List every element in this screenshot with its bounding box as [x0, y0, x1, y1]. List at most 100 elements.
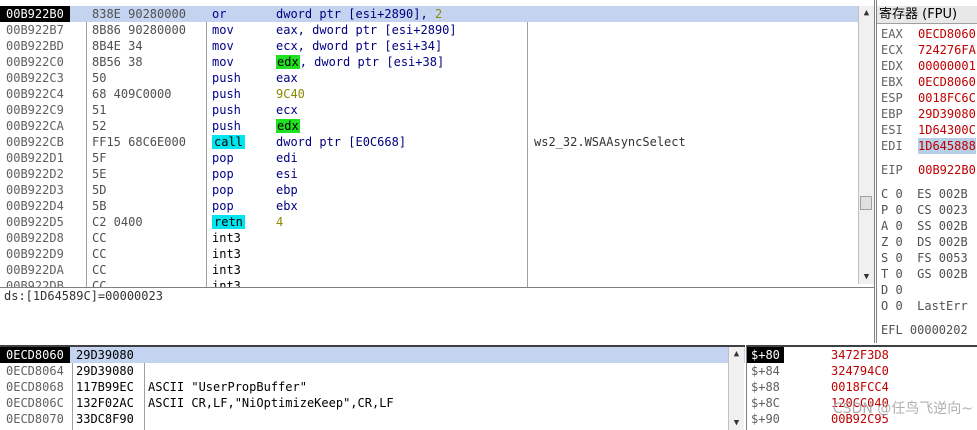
register-value[interactable]: 1D64300C: [918, 122, 976, 138]
disasm-row[interactable]: 00B922BD 8B4E 34 mov ecx, dword ptr [esi+34…: [0, 38, 860, 54]
scroll-up-icon[interactable]: ▲: [859, 6, 874, 20]
mnemonic-text: mov: [212, 23, 234, 37]
disasm-row[interactable]: 00B922CA 52 push edx: [0, 118, 860, 134]
row-hex-bytes: 838E 90280000: [92, 7, 186, 21]
row-mnemonic: mov: [212, 54, 234, 70]
row-mnemonic: pop: [212, 166, 234, 182]
flag-row[interactable]: P 0 CS 0023: [881, 202, 968, 218]
operand-text: , dword ptr [esi+38]: [299, 55, 445, 69]
registers-title[interactable]: 寄存器 (FPU): [877, 6, 977, 24]
stack-row[interactable]: $+80 3472F3D8: [747, 347, 977, 363]
dump-address: 0ECD8060: [0, 347, 70, 363]
row-mnemonic: pop: [212, 198, 234, 214]
mnemonic-text: call: [212, 135, 245, 149]
disasm-row[interactable]: 00B922D9 CC int3: [0, 246, 860, 262]
flag-row[interactable]: O 0 LastErr: [881, 298, 968, 314]
dump-address: 0ECD806C: [6, 396, 64, 410]
mnemonic-text: int3: [212, 231, 241, 245]
dump-value: 29D39080: [76, 348, 134, 362]
flag-row[interactable]: Z 0 DS 002B: [881, 234, 968, 250]
row-mnemonic: pop: [212, 150, 234, 166]
row-mnemonic: call: [212, 134, 245, 150]
disasm-row[interactable]: 00B922B0 838E 90280000 or dword ptr [esi+28…: [0, 6, 860, 22]
register-value[interactable]: 29D39080: [918, 106, 976, 122]
dump-scrollbar[interactable]: ▲ ▼: [728, 347, 744, 430]
flag-row[interactable]: S 0 FS 0053: [881, 250, 968, 266]
disasm-row[interactable]: 00B922C4 68 409C0000 push 9C40: [0, 86, 860, 102]
disasm-row[interactable]: 00B922C0 8B56 38 mov edx, dword ptr [esi+38…: [0, 54, 860, 70]
operand-text: eax: [276, 71, 298, 85]
disasm-row[interactable]: 00B922D8 CC int3: [0, 230, 860, 246]
disasm-row[interactable]: 00B922D5 C2 0400 retn 4: [0, 214, 860, 230]
disasm-row[interactable]: 00B922C9 51 push ecx: [0, 102, 860, 118]
scroll-thumb[interactable]: [860, 196, 872, 210]
register-value[interactable]: 0ECD8060: [918, 74, 976, 90]
info-text: ds:[1D64589C]=00000023: [4, 289, 163, 303]
disasm-row[interactable]: 00B922CB FF15 68C6E000 call dword ptr [E0C6…: [0, 134, 860, 150]
dump-row[interactable]: 0ECD8070 33DC8F90: [0, 411, 745, 427]
mnemonic-text: mov: [212, 55, 234, 69]
flag-row[interactable]: T 0 GS 002B: [881, 266, 968, 282]
disasm-row[interactable]: 00B922D4 5B pop ebx: [0, 198, 860, 214]
disasm-row[interactable]: 00B922B7 8B86 90280000 mov eax, dword ptr […: [0, 22, 860, 38]
mnemonic-text: int3: [212, 279, 241, 288]
register-value[interactable]: 1D645888: [918, 138, 976, 154]
scroll-down-icon[interactable]: ▼: [859, 270, 874, 284]
flag-row[interactable]: D 0: [881, 282, 903, 298]
register-esp[interactable]: ESP 0018FC6C: [881, 90, 976, 106]
register-eax[interactable]: EAX 0ECD8060: [881, 26, 976, 42]
row-mnemonic: int3: [212, 262, 241, 278]
disassembly-scrollbar[interactable]: ▲ ▼: [858, 6, 874, 284]
register-ebx[interactable]: EBX 0ECD8060: [881, 74, 976, 90]
memory-dump-pane[interactable]: 0ECD8060 29D39080 0ECD8064 29D39080 0ECD8068…: [0, 345, 745, 430]
flag-row[interactable]: A 0 SS 002B: [881, 218, 968, 234]
dump-row[interactable]: 0ECD8068 117B99EC ASCII "UserPropBuffer": [0, 379, 745, 395]
register-value[interactable]: 00000001: [918, 58, 976, 74]
mnemonic-text: pop: [212, 199, 234, 213]
scroll-up-icon[interactable]: ▲: [729, 347, 744, 361]
register-value[interactable]: 0018FC6C: [918, 90, 976, 106]
stack-row[interactable]: $+84 324794C0: [747, 363, 977, 379]
disasm-row[interactable]: 00B922D3 5D pop ebp: [0, 182, 860, 198]
row-mnemonic: pop: [212, 182, 234, 198]
stack-offset: $+88: [751, 380, 780, 394]
registers-pane[interactable]: 寄存器 (FPU) EAX 0ECD8060 ECX 724276FA EDX 00000…: [876, 0, 977, 343]
row-address: 00B922D4: [6, 199, 64, 213]
disasm-row[interactable]: 00B922D1 5F pop edi: [0, 150, 860, 166]
register-value[interactable]: 724276FA: [918, 42, 976, 58]
disasm-row[interactable]: 00B922DB CC int3: [0, 278, 860, 288]
disasm-row[interactable]: 00B922C3 50 push eax: [0, 70, 860, 86]
disasm-row[interactable]: 00B922D2 5E pop esi: [0, 166, 860, 182]
row-mnemonic: mov: [212, 22, 234, 38]
dump-row[interactable]: 0ECD806C 132F02AC ASCII CR,LF,"NiOptimizeK…: [0, 395, 745, 411]
row-operands: esi: [276, 166, 298, 182]
operand-text: ecx, dword ptr [esi+34]: [276, 39, 443, 53]
dump-row[interactable]: 0ECD8064 29D39080: [0, 363, 745, 379]
dump-row[interactable]: 0ECD8060 29D39080: [0, 347, 745, 363]
register-highlight: edx: [276, 55, 300, 69]
register-esi[interactable]: ESI 1D64300C: [881, 122, 976, 138]
register-edi[interactable]: EDI 1D645888: [881, 138, 976, 154]
row-address: 00B922CB: [6, 135, 64, 149]
eflags-row[interactable]: EFL 00000202: [881, 322, 968, 338]
dump-comment: ASCII CR,LF,"NiOptimizeKeep",CR,LF: [148, 396, 394, 410]
mnemonic-text: push: [212, 119, 241, 133]
register-edx[interactable]: EDX 00000001: [881, 58, 976, 74]
row-mnemonic: retn: [212, 214, 245, 230]
row-hex-bytes: 5E: [92, 167, 107, 181]
row-hex-bytes: CC: [92, 247, 107, 261]
row-mnemonic: mov: [212, 38, 234, 54]
flag-row[interactable]: C 0 ES 002B: [881, 186, 968, 202]
row-address: 00B922D5: [6, 215, 64, 229]
register-ecx[interactable]: ECX 724276FA: [881, 42, 976, 58]
register-value[interactable]: 0ECD8060: [918, 26, 976, 42]
register-ebp[interactable]: EBP 29D39080: [881, 106, 976, 122]
row-address: 00B922D9: [6, 247, 64, 261]
disassembly-pane[interactable]: 00B922B0 838E 90280000 or dword ptr [esi+28…: [0, 0, 875, 288]
register-name: EBP: [881, 107, 903, 121]
disasm-row[interactable]: 00B922DA CC int3: [0, 262, 860, 278]
dump-address: 0ECD8070: [6, 412, 64, 426]
register-eip[interactable]: EIP 00B922B0: [881, 162, 976, 178]
register-value[interactable]: 00B922B0: [918, 162, 976, 178]
stack-row[interactable]: $+88 0018FCC4: [747, 379, 977, 395]
